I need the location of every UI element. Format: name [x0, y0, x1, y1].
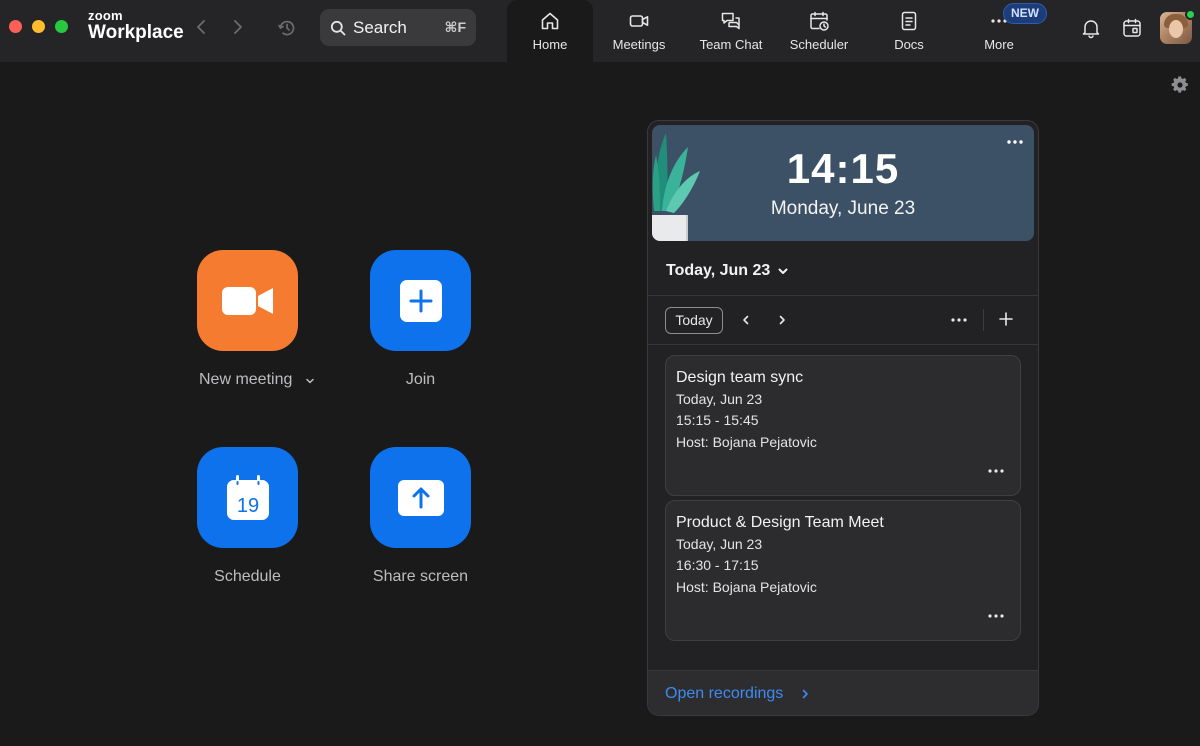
- tab-home-label: Home: [532, 37, 568, 52]
- calendar-panel: 14:15 Monday, June 23 Today, Jun 23 Toda…: [647, 120, 1039, 716]
- share-arrow-icon: [397, 479, 444, 516]
- docs-icon: [901, 11, 917, 31]
- chevron-left-icon[interactable]: [740, 314, 752, 326]
- chevron-right-icon[interactable]: [776, 314, 788, 326]
- window-close-button[interactable]: [9, 20, 22, 33]
- clock-banner: 14:15 Monday, June 23: [652, 125, 1034, 241]
- new-badge: NEW: [1003, 3, 1047, 24]
- add-event-icon[interactable]: [999, 312, 1013, 326]
- logo-zoom-text: zoom: [88, 8, 123, 23]
- window-zoom-button[interactable]: [55, 20, 68, 33]
- divider: [648, 344, 1038, 345]
- clock-time: 14:15: [786, 145, 900, 192]
- video-camera-icon: [221, 286, 273, 315]
- open-recordings-link[interactable]: Open recordings: [665, 685, 783, 703]
- bell-icon[interactable]: [1080, 17, 1102, 39]
- tab-team-chat[interactable]: Team Chat: [690, 0, 772, 62]
- tab-meetings[interactable]: Meetings: [598, 0, 680, 62]
- divider: [648, 295, 1038, 296]
- scheduler-icon: [810, 11, 829, 31]
- event-title: Design team sync: [676, 369, 804, 386]
- event-more-icon[interactable]: [987, 613, 1005, 619]
- chevron-down-icon: [778, 268, 788, 274]
- app-logo: zoom Workplace: [88, 9, 184, 42]
- schedule-day-number: 19: [236, 495, 258, 517]
- search-icon: [330, 20, 346, 35]
- tab-more-label: More: [984, 37, 1014, 52]
- share-screen-button[interactable]: [370, 447, 471, 548]
- event-date: Today, Jun 23: [676, 536, 763, 552]
- tab-home[interactable]: Home: [507, 0, 593, 62]
- event-card[interactable]: Product & Design Team Meet Today, Jun 23…: [665, 500, 1021, 641]
- chevron-right-icon[interactable]: [800, 689, 810, 699]
- schedule-button[interactable]: 19: [197, 447, 298, 548]
- window-minimize-button[interactable]: [32, 20, 45, 33]
- avatar-face: [1169, 20, 1183, 38]
- event-date: Today, Jun 23: [676, 391, 763, 407]
- back-arrow-icon[interactable]: [191, 16, 213, 38]
- search-shortcut: ⌘F: [444, 19, 466, 35]
- chevron-down-icon[interactable]: [305, 376, 315, 386]
- tab-docs-label: Docs: [894, 37, 924, 52]
- chat-icon: [721, 12, 740, 30]
- calendar-date-icon: 19: [226, 474, 269, 520]
- event-host: Host: Bojana Pejatovic: [676, 434, 817, 450]
- online-status-dot: [1185, 9, 1196, 20]
- video-icon: [629, 15, 649, 27]
- tab-scheduler[interactable]: Scheduler: [778, 0, 860, 62]
- home-icon: [541, 12, 559, 30]
- event-time: 15:15 - 15:45: [676, 412, 759, 428]
- new-meeting-button[interactable]: [197, 250, 298, 351]
- search-bar[interactable]: Search ⌘F: [320, 9, 476, 46]
- tab-scheduler-label: Scheduler: [789, 37, 849, 52]
- join-button[interactable]: [370, 250, 471, 351]
- tab-meetings-label: Meetings: [612, 37, 666, 52]
- forward-arrow-icon[interactable]: [226, 16, 248, 38]
- recordings-footer: Open recordings: [648, 670, 1038, 715]
- share-screen-label[interactable]: Share screen: [350, 568, 491, 586]
- logo-workplace-text: Workplace: [88, 22, 184, 43]
- search-label: Search: [353, 17, 407, 37]
- schedule-label[interactable]: Schedule: [197, 568, 298, 586]
- top-bar: zoom Workplace Search ⌘F Home Meetings T…: [0, 0, 1200, 62]
- tab-docs[interactable]: Docs: [868, 0, 950, 62]
- day-selector[interactable]: Today, Jun 23: [666, 262, 789, 280]
- toolbar-separator: [983, 309, 984, 331]
- event-title: Product & Design Team Meet: [676, 514, 884, 531]
- event-card[interactable]: Design team sync Today, Jun 23 15:15 - 1…: [665, 355, 1021, 496]
- day-selector-label: Today, Jun 23: [666, 262, 771, 279]
- event-more-icon[interactable]: [987, 468, 1005, 474]
- history-icon[interactable]: [276, 17, 298, 39]
- plus-icon: [399, 279, 442, 322]
- event-time: 16:30 - 17:15: [676, 557, 759, 573]
- settings-gear-icon[interactable]: [1171, 76, 1189, 94]
- join-label[interactable]: Join: [370, 371, 471, 389]
- today-button[interactable]: Today: [665, 307, 723, 334]
- clock-date: Monday, June 23: [770, 198, 916, 219]
- new-meeting-label[interactable]: New meeting: [199, 371, 292, 389]
- event-host: Host: Bojana Pejatovic: [676, 579, 817, 595]
- calendar-more-icon[interactable]: [950, 317, 968, 323]
- tab-team-chat-label: Team Chat: [699, 37, 763, 52]
- calendar-icon[interactable]: [1121, 17, 1143, 39]
